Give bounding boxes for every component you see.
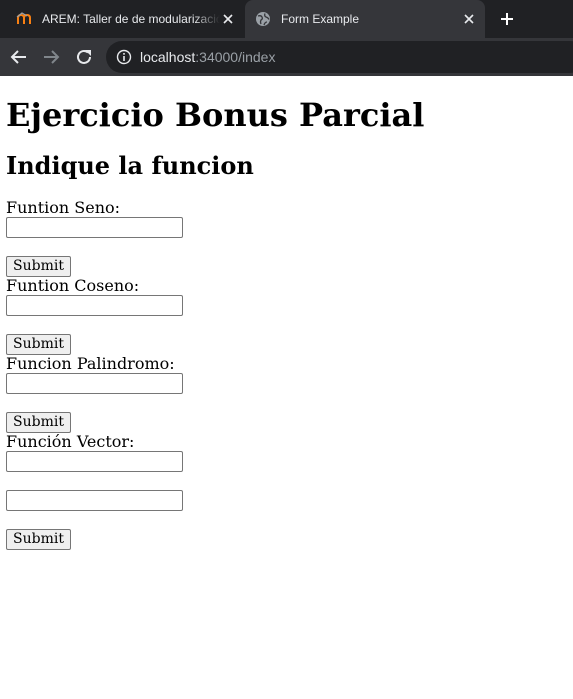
reload-icon[interactable]: [73, 46, 95, 68]
tab-arem[interactable]: AREM: Taller de de modularización: [6, 0, 244, 38]
close-tab-icon[interactable]: [461, 11, 477, 27]
tab-title: AREM: Taller de de modularización: [42, 12, 220, 26]
submit-button[interactable]: Submit: [6, 529, 71, 550]
site-info-icon[interactable]: [116, 49, 132, 65]
submit-button[interactable]: Submit: [6, 256, 71, 277]
submit-button[interactable]: Submit: [6, 334, 71, 355]
form-palindromo: Funcion Palindromo: Submit: [6, 355, 567, 433]
form-label: Funtion Seno:: [6, 198, 121, 217]
submit-button[interactable]: Submit: [6, 412, 71, 433]
tab-title: Form Example: [281, 12, 360, 26]
form-label: Funcion Palindromo:: [6, 354, 175, 373]
vector-input-1[interactable]: [6, 451, 183, 472]
palindromo-input[interactable]: [6, 373, 183, 394]
url-text: localhost:34000/index: [140, 49, 275, 65]
tab-strip: AREM: Taller de de modularización Form E…: [0, 0, 573, 38]
coseno-input[interactable]: [6, 295, 183, 316]
globe-icon: [256, 12, 270, 26]
form-label: Funtion Coseno:: [6, 276, 140, 295]
page-subtitle: Indique la funcion: [6, 151, 254, 180]
tab-form-example[interactable]: Form Example: [245, 0, 485, 38]
new-tab-icon[interactable]: [496, 8, 518, 30]
vector-input-2[interactable]: [6, 490, 183, 511]
form-coseno: Funtion Coseno: Submit: [6, 277, 567, 355]
back-arrow-icon[interactable]: [8, 46, 30, 68]
forward-arrow-icon[interactable]: [40, 46, 62, 68]
form-seno: Funtion Seno: Submit: [6, 199, 567, 277]
page-title: Ejercicio Bonus Parcial: [6, 96, 425, 134]
form-vector: Función Vector: Submit: [6, 433, 567, 550]
page-viewport: Ejercicio Bonus Parcial Indique la funci…: [0, 76, 573, 699]
form-label: Función Vector:: [6, 432, 135, 451]
moodle-logo-icon: [16, 12, 31, 24]
url-host: localhost: [140, 49, 196, 65]
url-path: :34000/index: [195, 49, 276, 65]
address-bar[interactable]: localhost:34000/index: [106, 41, 573, 73]
close-tab-icon[interactable]: [220, 11, 236, 27]
seno-input[interactable]: [6, 217, 183, 238]
forms-container: Funtion Seno: Submit Funtion Coseno: Sub…: [6, 199, 567, 550]
browser-toolbar: localhost:34000/index: [0, 38, 573, 76]
